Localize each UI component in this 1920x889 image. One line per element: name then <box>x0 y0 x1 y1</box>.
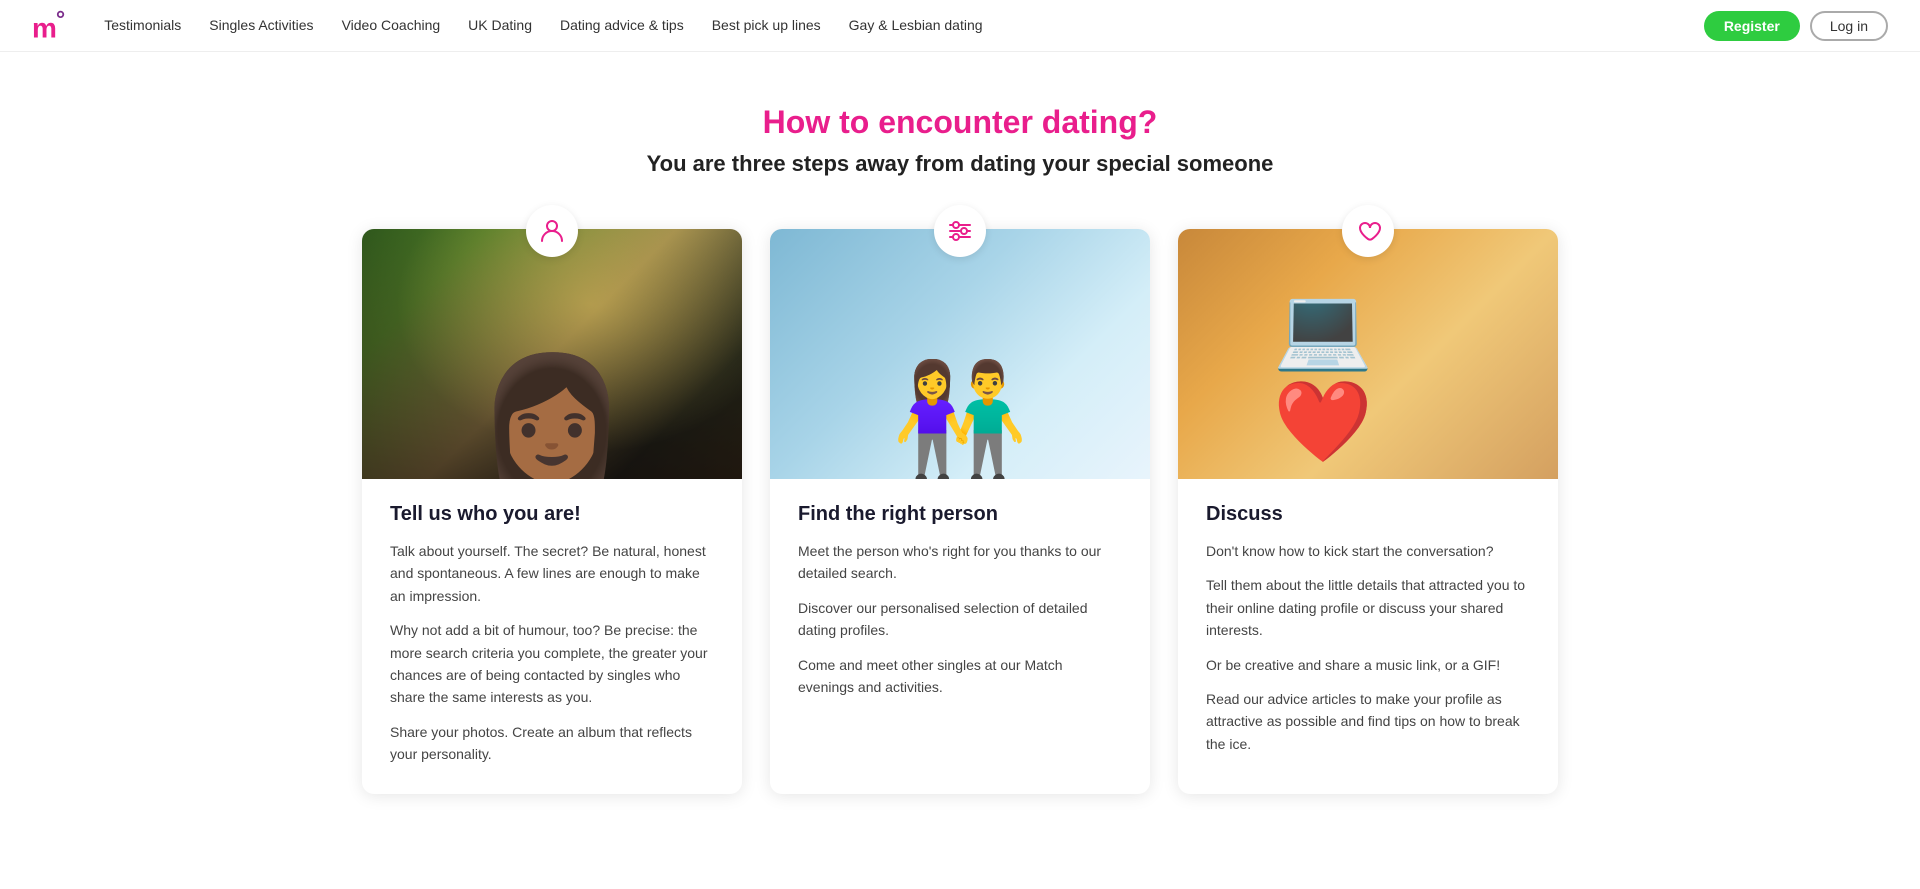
hero-heading: How to encounter dating? <box>20 104 1900 141</box>
card-search: Find the right person Meet the person who… <box>770 229 1150 794</box>
logo-letter: m <box>32 13 56 44</box>
card-text-card-discuss-1: Tell them about the little details that … <box>1206 574 1530 641</box>
card-body-card-discuss: Discuss Don't know how to kick start the … <box>1178 479 1558 783</box>
card-body-card-profile: Tell us who you are! Talk about yourself.… <box>362 479 742 794</box>
card-text-card-discuss-0: Don't know how to kick start the convers… <box>1206 540 1530 562</box>
card-title-card-search: Find the right person <box>798 503 1122 526</box>
person-icon <box>526 205 578 257</box>
nav-link-gay-lesbian[interactable]: Gay & Lesbian dating <box>849 17 983 33</box>
card-text-card-profile-1: Why not add a bit of humour, too? Be pre… <box>390 619 714 709</box>
card-text-card-search-0: Meet the person who's right for you than… <box>798 540 1122 585</box>
register-button[interactable]: Register <box>1704 11 1800 41</box>
card-image-0 <box>362 229 742 479</box>
nav-link-dating-advice[interactable]: Dating advice & tips <box>560 17 684 33</box>
nav-link-uk-dating[interactable]: UK Dating <box>468 17 532 33</box>
card-text-card-profile-0: Talk about yourself. The secret? Be natu… <box>390 540 714 607</box>
site-logo[interactable]: m° <box>32 6 64 44</box>
card-image-2 <box>1178 229 1558 479</box>
nav-link-video-coaching[interactable]: Video Coaching <box>342 17 441 33</box>
nav-link-pick-up-lines[interactable]: Best pick up lines <box>712 17 821 33</box>
heart-chat-icon <box>1342 205 1394 257</box>
hero-subheading: You are three steps away from dating you… <box>20 151 1900 177</box>
card-profile: Tell us who you are! Talk about yourself.… <box>362 229 742 794</box>
nav-actions: Register Log in <box>1704 11 1888 41</box>
hero-section: How to encounter dating? You are three s… <box>0 52 1920 209</box>
sliders-icon <box>934 205 986 257</box>
nav-link-testimonials[interactable]: Testimonials <box>104 17 181 33</box>
logo-dot: ° <box>56 6 64 32</box>
card-text-card-profile-2: Share your photos. Create an album that … <box>390 721 714 766</box>
nav-links: Testimonials Singles Activities Video Coac… <box>104 17 1704 35</box>
login-button[interactable]: Log in <box>1810 11 1888 41</box>
card-text-card-discuss-2: Or be creative and share a music link, o… <box>1206 654 1530 676</box>
card-text-card-search-1: Discover our personalised selection of d… <box>798 597 1122 642</box>
card-title-card-discuss: Discuss <box>1206 503 1530 526</box>
card-body-card-search: Find the right person Meet the person who… <box>770 479 1150 726</box>
nav-link-singles-activities[interactable]: Singles Activities <box>209 17 313 33</box>
main-nav: m° Testimonials Singles Activities Video C… <box>0 0 1920 52</box>
card-text-card-discuss-3: Read our advice articles to make your pr… <box>1206 688 1530 755</box>
card-text-card-search-2: Come and meet other singles at our Match… <box>798 654 1122 699</box>
cards-section: Tell us who you are! Talk about yourself.… <box>0 209 1920 834</box>
card-discuss: Discuss Don't know how to kick start the … <box>1178 229 1558 794</box>
card-title-card-profile: Tell us who you are! <box>390 503 714 526</box>
card-image-1 <box>770 229 1150 479</box>
